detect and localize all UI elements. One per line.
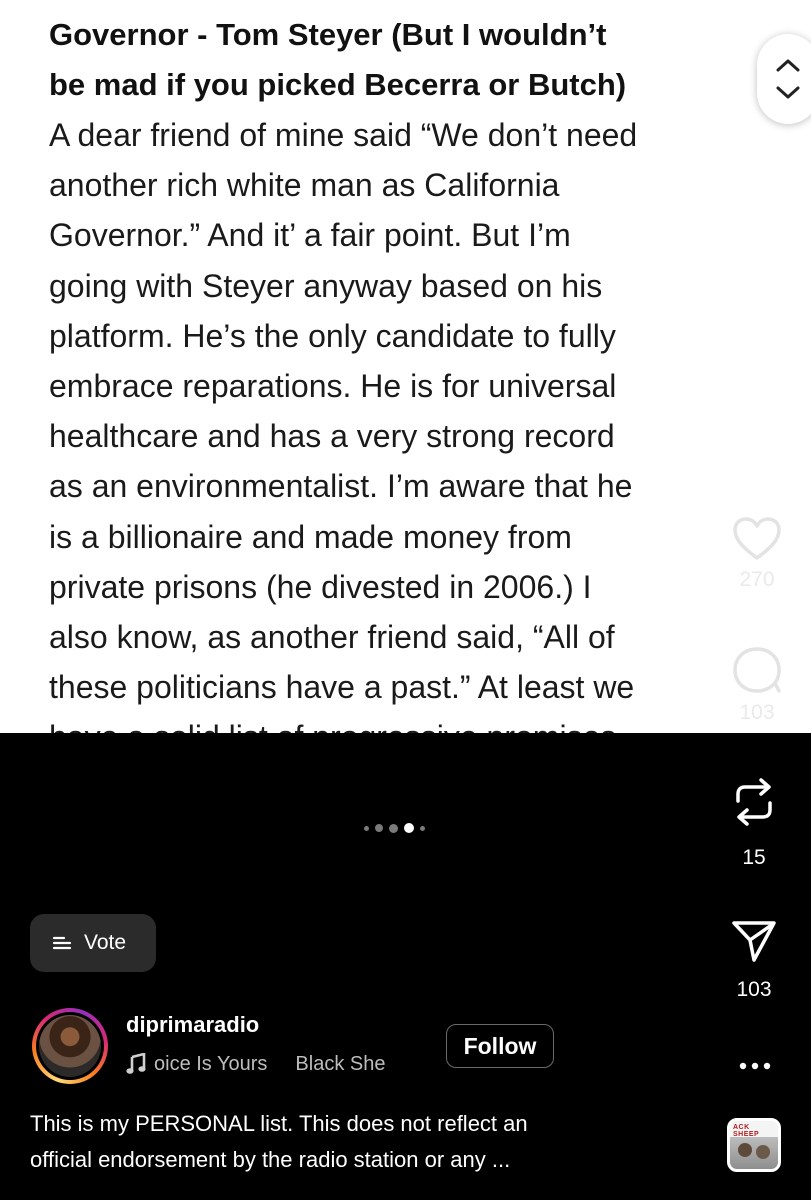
username[interactable]: diprimaradio: [126, 1012, 259, 1038]
comment-count: 103: [739, 701, 775, 724]
slide-heading-line: be mad if you picked Becerra or Butch): [49, 67, 627, 102]
caption-line: This is my PERSONAL list. This does not …: [30, 1111, 528, 1136]
repost-count: 15: [742, 846, 766, 869]
carousel-dot: [375, 824, 383, 832]
slide-body-line: A dear friend of mine said “We don’t nee…: [49, 117, 638, 153]
slide-body-line: also know, as another friend said, “All …: [49, 618, 615, 655]
follow-button[interactable]: Follow: [446, 1024, 554, 1068]
slide-body-line: these politicians have a past.” At least…: [49, 669, 635, 706]
post-text-slide: Governor - Tom Steyer (But I wouldn’t be…: [0, 0, 811, 733]
avatar[interactable]: [32, 1008, 108, 1084]
slide-body-line: private prisons (he divested in 2006.) I: [49, 568, 592, 605]
carousel-dot: [389, 823, 398, 833]
slide-body-line: embrace reparations. He is for universal: [49, 367, 617, 404]
avatar-photo: [39, 1015, 101, 1077]
slide-body-line: Governor.” And it’ a fair point. But I’m: [49, 217, 571, 254]
carousel-dot: [420, 825, 425, 831]
slide-body-line: another rich white man as California: [49, 167, 560, 204]
slide-body-line: going with Steyer anyway based on his: [49, 267, 603, 304]
carousel-indicator: [364, 823, 425, 833]
slide-heading-line: Governor - Tom Steyer (But I wouldn’t: [49, 17, 607, 52]
heart-icon: [733, 517, 781, 560]
vote-button[interactable]: Vote: [30, 914, 156, 972]
like-count: 270: [739, 568, 775, 591]
comment-button[interactable]: 103: [724, 645, 790, 725]
like-button[interactable]: 270: [724, 516, 790, 592]
repost-button[interactable]: 15: [724, 776, 784, 870]
carousel-dot-active: [404, 823, 414, 833]
audio-thumbnail[interactable]: ACK SHEEP: [727, 1118, 781, 1172]
slide-body-line: as an environmentalist. I’m aware that h…: [49, 468, 633, 505]
chevron-up-down-icon: [776, 59, 800, 99]
slide-body-line: is a billionaire and made money from: [49, 518, 572, 555]
slide-body-line: platform. He’s the only candidate to ful…: [49, 317, 616, 354]
slide-body-line: healthcare and has a very strong record: [49, 418, 615, 455]
scroll-toggle-button[interactable]: [757, 34, 811, 124]
more-options-button[interactable]: [736, 1056, 774, 1076]
vote-label: Vote: [84, 931, 127, 954]
carousel-dot: [364, 825, 369, 831]
list-icon: [52, 936, 72, 950]
caption-line: official endorsement by the radio statio…: [30, 1147, 511, 1172]
share-button[interactable]: 103: [724, 918, 784, 1002]
music-note-icon: [126, 1053, 146, 1074]
share-count: 103: [736, 978, 772, 1001]
slide-body: A dear friend of mine said “We don’t nee…: [49, 110, 769, 733]
more-horizontal-icon: [739, 1062, 771, 1070]
caption[interactable]: This is my PERSONAL list. This does not …: [30, 1106, 710, 1178]
thumbnail-image: [730, 1137, 778, 1169]
audio-track-text: Black She: [295, 1052, 386, 1075]
send-icon: [732, 921, 776, 962]
slide-heading: Governor - Tom Steyer (But I wouldn’t be…: [49, 10, 769, 110]
repost-icon: [736, 778, 772, 826]
comment-bubble-icon: [733, 647, 781, 693]
thumbnail-text: ACK SHEEP: [733, 1124, 760, 1138]
slide-body-line: have a solid list of progressive promise…: [49, 712, 769, 733]
audio-track-text: oice Is Yours: [154, 1052, 268, 1075]
audio-track[interactable]: oice Is Yours Black She: [126, 1049, 426, 1079]
